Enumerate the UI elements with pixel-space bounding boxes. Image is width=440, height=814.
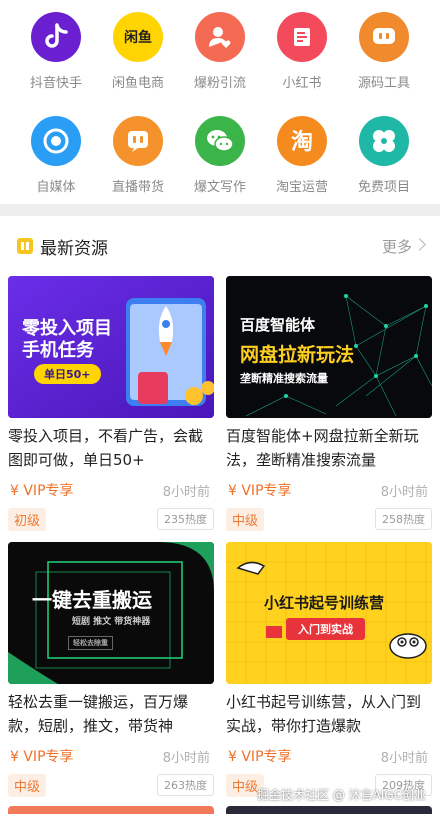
vip-price: ¥ VIP专享	[228, 749, 292, 765]
thumb-badge: 垄断精准搜索流量	[240, 372, 328, 385]
category-label: 直播带货	[111, 180, 164, 195]
watermark: 掘金技术社区 @ 沐言AIGC创业	[256, 788, 426, 802]
wechat-icon	[195, 116, 245, 166]
heat-badge: 235热度	[157, 508, 214, 530]
category-grid: 抖音快手 闲鱼 闲鱼电商 爆粉引流 小红书 源码工具 自媒体 直播带货 爆文写作…	[0, 0, 440, 204]
thumb-subtitle: 手机任务	[22, 340, 94, 361]
xianyu-icon: 闲鱼	[113, 12, 163, 62]
more-link[interactable]: 更多	[382, 236, 412, 257]
category-taobao[interactable]: 淘 淘宝运营	[260, 116, 344, 195]
heat-badge: 258热度	[375, 508, 432, 530]
card-thumbnail: 小红书起号训练营 入门到实战	[226, 542, 432, 684]
category-label: 源码工具	[357, 76, 410, 91]
vip-price: ¥ VIP专享	[228, 483, 292, 499]
thumb-subtitle: 网盘拉新玩法	[240, 344, 355, 366]
resource-card[interactable]: 一键去重搬运 短剧 推文 带货神器 轻松去除重 轻松去重一键搬运，百万爆款，短剧…	[8, 542, 214, 798]
level-badge: 初级	[8, 508, 47, 531]
category-self-media[interactable]: 自媒体	[14, 116, 98, 195]
book-icon	[277, 12, 327, 62]
category-free[interactable]: 免费项目	[342, 116, 426, 195]
category-live-selling[interactable]: 直播带货	[96, 116, 180, 195]
svg-text:淘: 淘	[291, 129, 313, 154]
vip-price: ¥ VIP专享	[10, 749, 74, 765]
card-title: 百度智能体+网盘拉新全新玩法，垄断精准搜索流量	[226, 427, 419, 469]
resource-card[interactable]: 小红书起号训练营 入门到实战 小红书起号训练营，从入门到实战，带你打造爆款 ¥ …	[226, 542, 432, 798]
category-xianyu[interactable]: 闲鱼 闲鱼电商	[96, 12, 180, 91]
svg-text:闲鱼: 闲鱼	[124, 29, 152, 46]
thumb-badge: 单日50+	[34, 364, 101, 384]
category-fans[interactable]: 爆粉引流	[178, 12, 262, 91]
next-card-thumbnail	[8, 806, 214, 814]
thumb-subtitle: 入门到实战	[286, 618, 365, 640]
category-xiaohongshu[interactable]: 小红书	[260, 12, 344, 91]
latest-resources-header: 最新资源 更多	[0, 216, 440, 274]
category-label: 闲鱼电商	[111, 76, 164, 91]
user-heart-icon	[195, 12, 245, 62]
section-icon	[17, 238, 33, 254]
thumb-subtitle: 短剧 推文 带货神器	[72, 617, 151, 627]
thumb-title: 一键去重搬运	[32, 588, 152, 612]
douyin-icon	[31, 12, 81, 62]
category-label: 淘宝运营	[275, 180, 328, 195]
post-time: 8小时前	[380, 751, 428, 766]
card-title: 零投入项目，不看广告，会截图即可做，单日50+	[8, 427, 204, 469]
resource-card[interactable]: 百度智能体 网盘拉新玩法 垄断精准搜索流量 百度智能体+网盘拉新全新玩法，垄断精…	[226, 276, 432, 532]
category-writing[interactable]: 爆文写作	[178, 116, 262, 195]
post-time: 8小时前	[380, 485, 428, 500]
media-icon	[31, 116, 81, 166]
vip-price: ¥ VIP专享	[10, 483, 74, 499]
card-thumbnail: 一键去重搬运 短剧 推文 带货神器 轻松去除重	[8, 542, 214, 684]
post-time: 8小时前	[162, 751, 210, 766]
card-thumbnail: 零投入项目 手机任务 单日50+	[8, 276, 214, 418]
thumb-badge: 轻松去除重	[68, 636, 113, 650]
level-badge: 中级	[226, 508, 265, 531]
taobao-icon: 淘	[277, 116, 327, 166]
card-thumbnail: 百度智能体 网盘拉新玩法 垄断精准搜索流量	[226, 276, 432, 418]
clover-icon	[359, 116, 409, 166]
card-title: 轻松去重一键搬运，百万爆款，短剧，推文，带货神	[8, 693, 189, 735]
thumb-title: 小红书起号训练营	[264, 594, 385, 612]
next-card-thumbnail	[226, 806, 432, 814]
category-code-tools[interactable]: 源码工具	[342, 12, 426, 91]
category-label: 爆文写作	[193, 180, 246, 195]
chevron-right-icon[interactable]	[413, 238, 426, 251]
section-title: 最新资源	[40, 239, 108, 259]
category-label: 爆粉引流	[193, 76, 246, 91]
category-label: 自媒体	[36, 180, 76, 195]
category-label: 抖音快手	[29, 76, 82, 91]
post-time: 8小时前	[162, 485, 210, 500]
resource-card[interactable]: 零投入项目 手机任务 单日50+ 零投入项目，不看广告，会截图即可做，单日50+…	[8, 276, 214, 532]
card-title: 小红书起号训练营，从入门到实战，带你打造爆款	[226, 693, 422, 735]
category-label: 小红书	[282, 76, 322, 91]
live-icon	[113, 116, 163, 166]
category-douyin[interactable]: 抖音快手	[14, 12, 98, 91]
section-divider	[0, 204, 440, 216]
thumb-title: 百度智能体	[240, 316, 316, 334]
category-label: 免费项目	[357, 180, 410, 195]
level-badge: 中级	[8, 774, 47, 797]
code-tool-icon	[359, 12, 409, 62]
heat-badge: 263热度	[157, 774, 214, 796]
